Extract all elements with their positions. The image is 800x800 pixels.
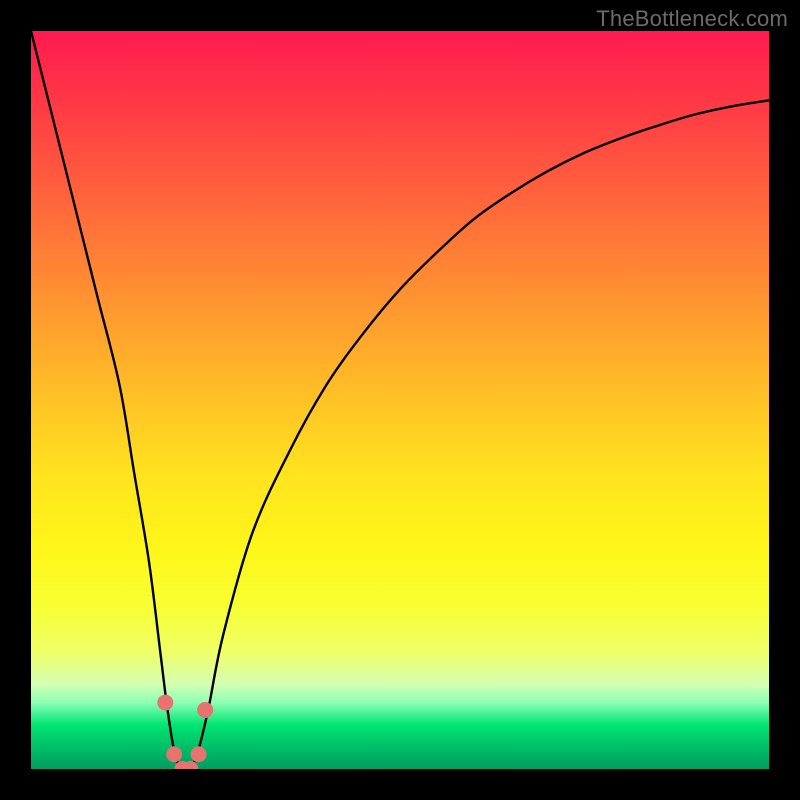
highlight-markers	[157, 695, 213, 769]
chart-svg	[31, 31, 769, 769]
highlight-marker	[174, 761, 190, 769]
highlight-marker	[166, 746, 182, 762]
watermark-label: TheBottleneck.com	[596, 6, 788, 32]
bottleneck-curve	[31, 31, 769, 769]
outer-frame: TheBottleneck.com	[0, 0, 800, 800]
plot-area	[31, 31, 769, 769]
highlight-marker	[197, 702, 213, 718]
highlight-marker	[191, 746, 207, 762]
highlight-marker	[157, 695, 173, 711]
highlight-marker	[182, 761, 198, 769]
